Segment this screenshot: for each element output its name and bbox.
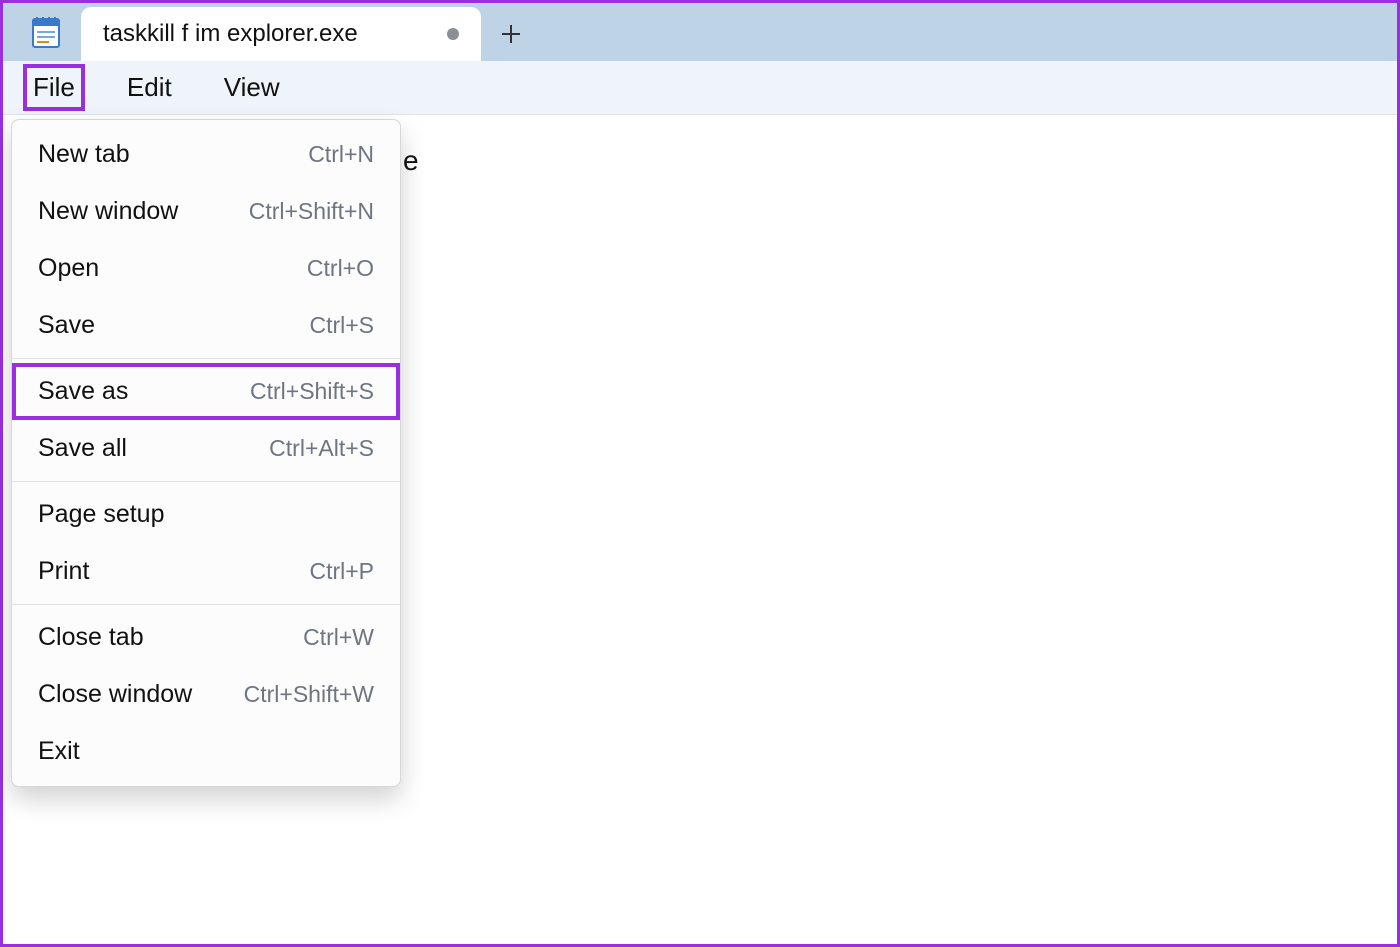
menu-item-label: Print [38, 557, 89, 586]
menu-item-shortcut: Ctrl+N [308, 141, 374, 168]
menu-view[interactable]: View [216, 66, 288, 109]
menu-item-shortcut: Ctrl+Shift+S [250, 378, 374, 405]
app-icon [11, 3, 81, 61]
menu-item-label: Page setup [38, 500, 165, 529]
document-tab[interactable]: taskkill f im explorer.exe [81, 7, 481, 61]
menu-bar: File Edit View [3, 61, 1397, 115]
menu-item-label: Save [38, 311, 95, 340]
menu-item-label: Exit [38, 737, 80, 766]
menu-item-label: New window [38, 197, 178, 226]
menu-item-shortcut: Ctrl+O [307, 255, 374, 282]
file-menu-item-page-setup[interactable]: Page setup [12, 486, 400, 543]
file-menu-item-close-tab[interactable]: Close tab Ctrl+W [12, 609, 400, 666]
file-menu-item-print[interactable]: Print Ctrl+P [12, 543, 400, 600]
notepad-icon [31, 15, 61, 49]
menu-item-label: Save all [38, 434, 127, 463]
menu-item-shortcut: Ctrl+Shift+N [249, 198, 374, 225]
menu-edit[interactable]: Edit [119, 66, 180, 109]
menu-item-label: Close window [38, 680, 192, 709]
menu-item-shortcut: Ctrl+W [303, 624, 374, 651]
menu-separator [12, 604, 400, 605]
menu-item-label: Close tab [38, 623, 144, 652]
file-menu-item-open[interactable]: Open Ctrl+O [12, 240, 400, 297]
menu-item-shortcut: Ctrl+Alt+S [269, 435, 374, 462]
file-menu-item-exit[interactable]: Exit [12, 723, 400, 780]
file-menu-item-new-tab[interactable]: New tab Ctrl+N [12, 126, 400, 183]
menu-item-shortcut: Ctrl+P [309, 558, 374, 585]
unsaved-indicator-icon [447, 28, 459, 40]
file-menu-item-new-window[interactable]: New window Ctrl+Shift+N [12, 183, 400, 240]
tab-title: taskkill f im explorer.exe [103, 20, 433, 48]
plus-icon [500, 23, 522, 45]
menu-item-label: New tab [38, 140, 130, 169]
file-menu-item-save[interactable]: Save Ctrl+S [12, 297, 400, 354]
notepad-window: taskkill f im explorer.exe File Edit Vie… [0, 0, 1400, 947]
new-tab-button[interactable] [481, 7, 541, 61]
menu-item-label: Save as [38, 377, 128, 406]
file-menu-item-save-as[interactable]: Save as Ctrl+Shift+S [12, 363, 400, 420]
menu-file[interactable]: File [25, 66, 83, 109]
file-menu-item-save-all[interactable]: Save all Ctrl+Alt+S [12, 420, 400, 477]
tab-bar: taskkill f im explorer.exe [3, 3, 1397, 61]
menu-item-shortcut: Ctrl+Shift+W [244, 681, 374, 708]
file-menu-dropdown: New tab Ctrl+N New window Ctrl+Shift+N Open C… [11, 119, 401, 787]
menu-item-shortcut: Ctrl+S [309, 312, 374, 339]
menu-item-label: Open [38, 254, 99, 283]
menu-separator [12, 481, 400, 482]
menu-separator [12, 358, 400, 359]
file-menu-item-close-window[interactable]: Close window Ctrl+Shift+W [12, 666, 400, 723]
